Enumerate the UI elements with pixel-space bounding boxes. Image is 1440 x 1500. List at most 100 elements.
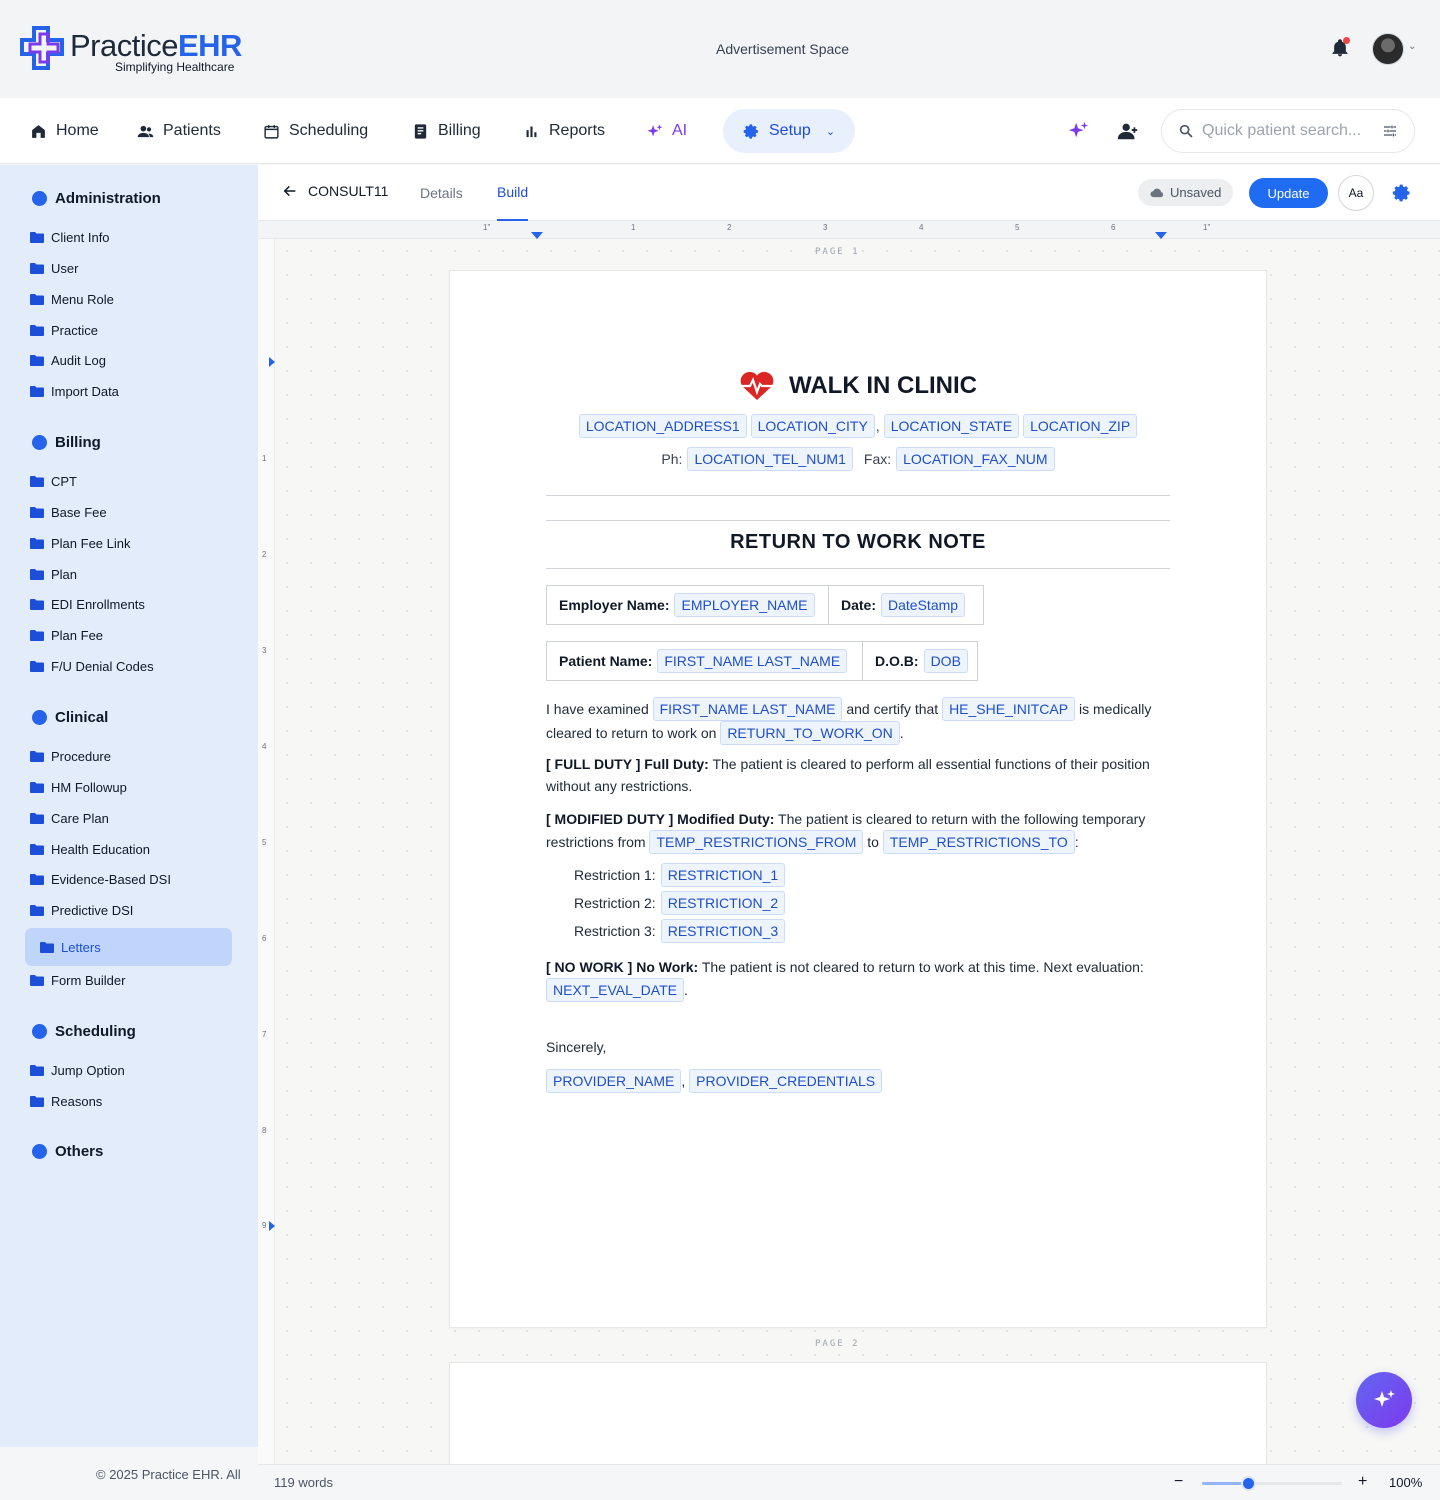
- font-settings-button[interactable]: Aa: [1338, 175, 1374, 211]
- nav-patients[interactable]: Patients: [137, 98, 221, 164]
- update-button[interactable]: Update: [1249, 178, 1328, 208]
- chevron-down-icon[interactable]: ⌄: [1408, 41, 1416, 52]
- location-fax-token[interactable]: LOCATION_FAX_NUM: [896, 447, 1055, 471]
- sidebar-item-edi-enrollments[interactable]: EDI Enrollments: [30, 597, 145, 612]
- sidebar-item-import-data[interactable]: Import Data: [30, 384, 119, 399]
- restriction-token[interactable]: RESTRICTION_2: [660, 891, 786, 915]
- sidebar-item-reasons[interactable]: Reasons: [30, 1094, 102, 1109]
- provider-name-token[interactable]: PROVIDER_NAME: [546, 1069, 682, 1093]
- sidebar-item-health-education[interactable]: Health Education: [30, 842, 150, 857]
- folder-icon: [30, 661, 44, 672]
- sidebar-item-procedure[interactable]: Procedure: [30, 749, 111, 764]
- search-icon: [1179, 124, 1193, 138]
- tab-build[interactable]: Build: [497, 165, 529, 221]
- restriction-token[interactable]: RESTRICTION_3: [660, 919, 786, 943]
- pronoun-token[interactable]: HE_SHE_INITCAP: [942, 697, 1076, 721]
- search-input[interactable]: [1202, 118, 1372, 144]
- ruler-tick-label: 1: [631, 223, 636, 232]
- sidebar-item-form-builder[interactable]: Form Builder: [30, 973, 125, 988]
- zoom-slider[interactable]: [1202, 1476, 1342, 1491]
- section-clinical[interactable]: Clinical: [32, 709, 108, 726]
- sidebar-item-evidence-based-dsi[interactable]: Evidence-Based DSI: [30, 872, 171, 887]
- logo-cross-icon: [20, 26, 64, 70]
- patient-name-token[interactable]: FIRST_NAME LAST_NAME: [657, 649, 848, 673]
- gear-icon: [743, 123, 758, 139]
- gear-icon[interactable]: [1392, 183, 1412, 203]
- sidebar-item-plan-fee[interactable]: Plan Fee: [30, 628, 103, 643]
- nav-setup[interactable]: Setup ⌄: [723, 109, 856, 153]
- location-city-token[interactable]: LOCATION_CITY: [750, 414, 875, 438]
- nav-ai[interactable]: AI: [646, 98, 687, 164]
- page-2[interactable]: [450, 1363, 1266, 1464]
- sidebar-item-hm-followup[interactable]: HM Followup: [30, 780, 127, 795]
- no-work-text: .: [683, 982, 688, 998]
- dob-token[interactable]: DOB: [923, 649, 968, 673]
- section-scheduling[interactable]: Scheduling: [32, 1023, 136, 1040]
- user-avatar[interactable]: [1372, 33, 1404, 65]
- sidebar-item-letters[interactable]: Letters: [25, 928, 232, 966]
- ruler-tick-label: 4: [262, 742, 267, 751]
- horizontal-ruler[interactable]: 1" 1" 1 2 3 4 5 6: [258, 221, 1440, 239]
- ruler-tick-label: 2: [262, 550, 267, 559]
- sidebar-item-fu-denial-codes[interactable]: F/U Denial Codes: [30, 659, 154, 674]
- provider-credentials-token[interactable]: PROVIDER_CREDENTIALS: [689, 1069, 883, 1093]
- nav-home[interactable]: Home: [30, 98, 99, 164]
- quick-patient-search[interactable]: [1161, 109, 1415, 153]
- section-billing[interactable]: Billing: [32, 434, 101, 451]
- sidebar-item-menu-role[interactable]: Menu Role: [30, 292, 114, 307]
- location-state-token[interactable]: LOCATION_STATE: [883, 414, 1020, 438]
- ai-assistant-button[interactable]: [1356, 1372, 1412, 1428]
- nav-billing-label: Billing: [438, 122, 481, 139]
- sidebar-item-practice[interactable]: Practice: [30, 323, 98, 338]
- employer-token[interactable]: EMPLOYER_NAME: [674, 593, 815, 617]
- sidebar-item-cpt[interactable]: CPT: [30, 474, 77, 489]
- sidebar-item-care-plan[interactable]: Care Plan: [30, 811, 109, 826]
- section-others[interactable]: Others: [32, 1143, 103, 1160]
- sidebar-item-user[interactable]: User: [30, 261, 78, 276]
- location-zip-token[interactable]: LOCATION_ZIP: [1023, 414, 1138, 438]
- exam-text: and certify that: [846, 701, 939, 717]
- zoom-out-button[interactable]: −: [1174, 1473, 1183, 1491]
- editor-canvas[interactable]: PAGE 1 WALK IN CLINIC LOCATION_ADDRESS1 …: [275, 239, 1440, 1464]
- ruler-tick-label: 3: [823, 223, 828, 232]
- left-indent-marker[interactable]: [531, 232, 543, 239]
- folder-icon: [30, 782, 44, 793]
- location-phone-token[interactable]: LOCATION_TEL_NUM1: [687, 447, 853, 471]
- sidebar-item-audit-log[interactable]: Audit Log: [30, 353, 106, 368]
- ruler-tick-label: 8: [262, 1126, 267, 1135]
- sidebar-item-jump-option[interactable]: Jump Option: [30, 1063, 125, 1078]
- folder-icon: [30, 569, 44, 580]
- vertical-ruler[interactable]: 1 2 3 4 5 6 7 8 9: [258, 239, 275, 1464]
- location-address1-token[interactable]: LOCATION_ADDRESS1: [578, 414, 747, 438]
- ai-sparkle-icon[interactable]: [1067, 120, 1089, 142]
- sidebar-item-plan-fee-link[interactable]: Plan Fee Link: [30, 536, 131, 551]
- editor-toolbar: CONSULT11 Details Build Unsaved Update A…: [258, 165, 1440, 221]
- page-1[interactable]: WALK IN CLINIC LOCATION_ADDRESS1 LOCATIO…: [450, 271, 1266, 1327]
- copyright-text: © 2025 Practice EHR. All: [96, 1467, 241, 1482]
- zoom-in-button[interactable]: +: [1358, 1473, 1367, 1491]
- right-indent-marker[interactable]: [1155, 232, 1167, 239]
- restriction-token[interactable]: RESTRICTION_1: [660, 863, 786, 887]
- add-user-icon[interactable]: [1117, 120, 1139, 142]
- sidebar-item-predictive-dsi[interactable]: Predictive DSI: [30, 903, 133, 918]
- sidebar-item-plan[interactable]: Plan: [30, 567, 77, 582]
- nav-scheduling[interactable]: Scheduling: [263, 98, 368, 164]
- date-token[interactable]: DateStamp: [881, 593, 966, 617]
- nav-billing[interactable]: Billing: [412, 98, 481, 164]
- restrictions-to-token[interactable]: TEMP_RESTRICTIONS_TO: [882, 830, 1075, 854]
- next-eval-token[interactable]: NEXT_EVAL_DATE: [546, 978, 684, 1002]
- brand-logo[interactable]: PracticeEHR Simplifying Healthcare: [18, 22, 258, 78]
- sidebar-item-base-fee[interactable]: Base Fee: [30, 505, 107, 520]
- restrictions-from-token[interactable]: TEMP_RESTRICTIONS_FROM: [649, 830, 864, 854]
- patient-name-token[interactable]: FIRST_NAME LAST_NAME: [652, 697, 843, 721]
- save-status-text: Unsaved: [1170, 185, 1222, 200]
- zoom-slider-handle[interactable]: [1241, 1476, 1257, 1491]
- folder-icon: [30, 874, 44, 885]
- section-administration[interactable]: Administration: [32, 190, 161, 207]
- tab-details[interactable]: Details: [420, 165, 463, 221]
- nav-reports[interactable]: Reports: [523, 98, 605, 164]
- return-to-work-token[interactable]: RETURN_TO_WORK_ON: [720, 721, 900, 745]
- back-button[interactable]: CONSULT11: [282, 183, 388, 199]
- filter-icon[interactable]: [1382, 123, 1398, 139]
- sidebar-item-client-info[interactable]: Client Info: [30, 230, 110, 245]
